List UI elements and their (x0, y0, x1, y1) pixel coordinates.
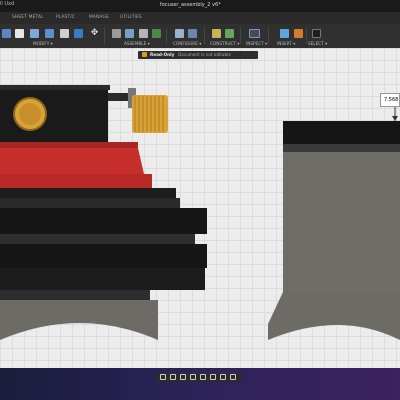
separator (240, 28, 241, 44)
viewport[interactable] (0, 48, 400, 368)
configure-menu[interactable]: CONFIGURE ▾ (173, 41, 201, 46)
focus-grip-upper (0, 208, 207, 234)
move-icon[interactable]: ✥ (90, 29, 99, 38)
configure-rule-icon[interactable] (188, 29, 197, 38)
ribbon-toolbar: ✥ MODIFY ▾ ASSEMBLE ▾ CONFIGURE ▾ CONSTR… (0, 24, 400, 48)
fit-icon[interactable] (200, 374, 206, 380)
as-built-joint-icon[interactable] (139, 29, 148, 38)
press-pull-icon[interactable] (15, 29, 24, 38)
document-title: focuser_assembly_2 v6* (160, 2, 221, 8)
sketch-icon[interactable] (2, 29, 11, 38)
measurement-label: 7.568 m (380, 93, 400, 107)
separator (204, 28, 205, 44)
ribbon-tabs: SHEET METAL PLASTIC MANAGE UTILITIES (0, 12, 400, 24)
saddle-base (0, 300, 158, 340)
right-tube (283, 152, 400, 292)
chamfer-icon[interactable] (45, 29, 54, 38)
right-saddle (268, 292, 400, 340)
separator (268, 28, 269, 44)
construct-menu[interactable]: CONSTRUCT ▾ (210, 41, 239, 46)
read-only-banner: Read-Only Document is not editable (138, 51, 258, 59)
look-at-icon[interactable] (170, 374, 176, 380)
lock-icon (142, 52, 147, 57)
insert-derive-icon[interactable] (280, 29, 289, 38)
red-collar (0, 148, 144, 174)
modify-menu[interactable]: MODIFY ▾ (33, 41, 53, 46)
grip-gap (0, 234, 195, 244)
black-band (0, 198, 180, 208)
shell-icon[interactable] (60, 29, 69, 38)
joint-icon[interactable] (125, 29, 134, 38)
navigation-bar (0, 368, 400, 400)
model-view (0, 85, 400, 340)
tab-manage[interactable]: MANAGE (89, 15, 109, 20)
axis-icon[interactable] (225, 29, 234, 38)
banner-message: Document is not editable (178, 52, 231, 57)
assemble-menu[interactable]: ASSEMBLE ▾ (124, 41, 150, 46)
configure-table-icon[interactable] (175, 29, 184, 38)
top-bevel (0, 85, 110, 90)
base-ring (0, 290, 150, 300)
red-ring-top (0, 142, 138, 148)
joint-origin-icon[interactable] (152, 29, 161, 38)
inspect-menu[interactable]: INSPECT ▾ (246, 41, 267, 46)
black-ring (0, 188, 176, 198)
tab-utilities[interactable]: UTILITIES (120, 15, 142, 20)
measure-icon[interactable] (249, 29, 260, 38)
tab-plastic[interactable]: PLASTIC (56, 15, 75, 20)
display-settings-icon[interactable] (210, 374, 216, 380)
tab-sheet-metal[interactable]: SHEET METAL (12, 15, 44, 20)
focus-grip-lower (0, 244, 207, 268)
new-component-icon[interactable] (112, 29, 121, 38)
pan-icon[interactable] (180, 374, 186, 380)
title-bar: ll Uxd focuser_assembly_2 v6* (0, 0, 400, 12)
black-sleeve (0, 268, 205, 290)
insert-menu[interactable]: INSERT ▾ (277, 41, 295, 46)
app-title: ll Uxd (0, 1, 15, 7)
knob-shaft (108, 93, 130, 101)
viewports-icon[interactable] (230, 374, 236, 380)
grid-icon[interactable] (220, 374, 226, 380)
select-icon[interactable] (312, 29, 321, 38)
insert-mesh-icon[interactable] (294, 29, 303, 38)
offset-plane-icon[interactable] (212, 29, 221, 38)
view-controls (156, 373, 242, 382)
banner-status: Read-Only (150, 52, 175, 57)
combine-icon[interactable] (74, 29, 83, 38)
orbit-icon[interactable] (160, 374, 166, 380)
dimension-arrow (392, 116, 398, 121)
knob-center (19, 103, 41, 125)
separator (104, 28, 105, 44)
separator (306, 28, 307, 44)
zoom-icon[interactable] (190, 374, 196, 380)
right-cap (283, 121, 400, 144)
select-menu[interactable]: SELECT ▾ (308, 41, 327, 46)
fillet-icon[interactable] (30, 29, 39, 38)
right-cap-ring (283, 144, 400, 152)
separator (166, 28, 167, 44)
red-collar-lower (0, 174, 152, 190)
